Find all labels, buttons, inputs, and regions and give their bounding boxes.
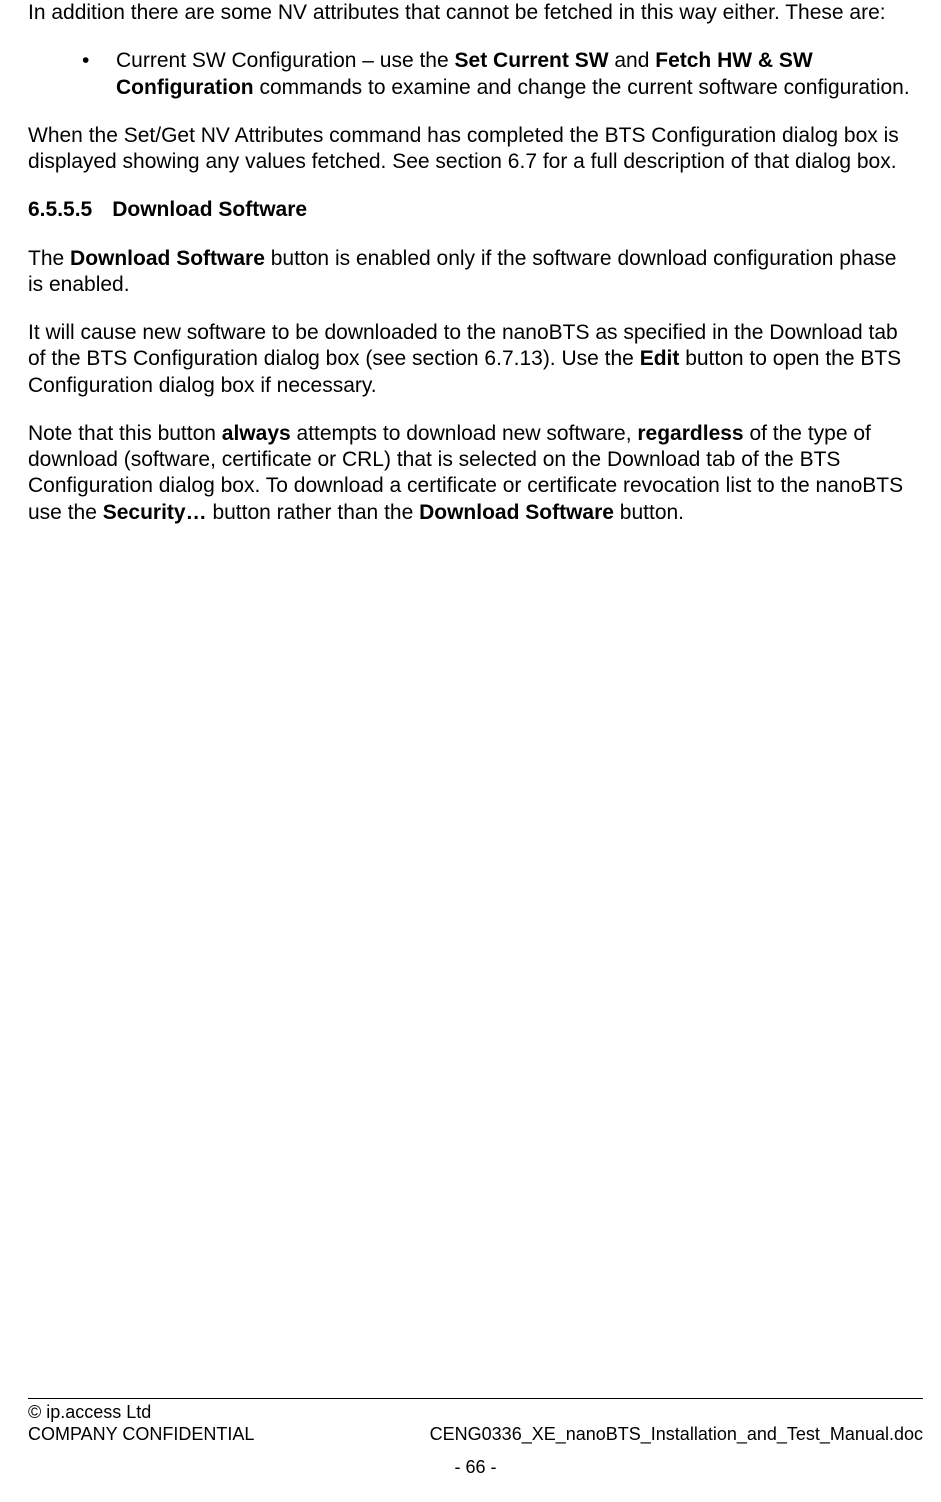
footer-left: © ip.access Ltd COMPANY CONFIDENTIAL bbox=[28, 1401, 254, 1446]
footer-confidential: COMPANY CONFIDENTIAL bbox=[28, 1423, 254, 1446]
para4-bold: Edit bbox=[640, 347, 680, 370]
para5-b3: Security… bbox=[103, 501, 207, 524]
paragraph-5: Note that this button always attempts to… bbox=[28, 421, 913, 526]
bullet-text-mid: and bbox=[609, 49, 656, 72]
para3-bold: Download Software bbox=[70, 247, 265, 270]
para3-pre: The bbox=[28, 247, 70, 270]
para5-b4: Download Software bbox=[419, 501, 614, 524]
paragraph-4: It will cause new software to be downloa… bbox=[28, 320, 913, 399]
paragraph-3: The Download Software button is enabled … bbox=[28, 246, 913, 299]
para5-s4: button rather than the bbox=[207, 501, 419, 524]
bullet-item: Current SW Configuration – use the Set C… bbox=[82, 48, 913, 101]
heading-title: Download Software bbox=[112, 198, 307, 221]
heading-number: 6.5.5.5 bbox=[28, 197, 92, 223]
document-page: In addition there are some NV attributes… bbox=[0, 0, 941, 1502]
bullet-text-lead: Current SW Configuration – use the bbox=[116, 49, 455, 72]
bullet-list: Current SW Configuration – use the Set C… bbox=[28, 48, 913, 101]
footer-copyright: © ip.access Ltd bbox=[28, 1401, 254, 1424]
section-heading: 6.5.5.5 Download Software bbox=[28, 197, 913, 223]
footer-docname: CENG0336_XE_nanoBTS_Installation_and_Tes… bbox=[430, 1423, 923, 1446]
footer-page-number: - 66 - bbox=[28, 1456, 923, 1479]
para5-s1: Note that this button bbox=[28, 422, 222, 445]
paragraph-2: When the Set/Get NV Attributes command h… bbox=[28, 123, 913, 176]
bullet-text-tail: commands to examine and change the curre… bbox=[254, 76, 910, 99]
para5-s2: attempts to download new software, bbox=[291, 422, 638, 445]
footer-row: © ip.access Ltd COMPANY CONFIDENTIAL CEN… bbox=[28, 1401, 923, 1446]
footer-right: CENG0336_XE_nanoBTS_Installation_and_Tes… bbox=[430, 1401, 923, 1446]
paragraph-intro: In addition there are some NV attributes… bbox=[28, 0, 913, 26]
page-footer: © ip.access Ltd COMPANY CONFIDENTIAL CEN… bbox=[28, 1398, 923, 1479]
footer-divider bbox=[28, 1398, 923, 1399]
bullet-bold-1: Set Current SW bbox=[455, 49, 609, 72]
para5-b2: regardless bbox=[637, 422, 743, 445]
para5-s5: button. bbox=[614, 501, 684, 524]
para5-b1: always bbox=[222, 422, 291, 445]
